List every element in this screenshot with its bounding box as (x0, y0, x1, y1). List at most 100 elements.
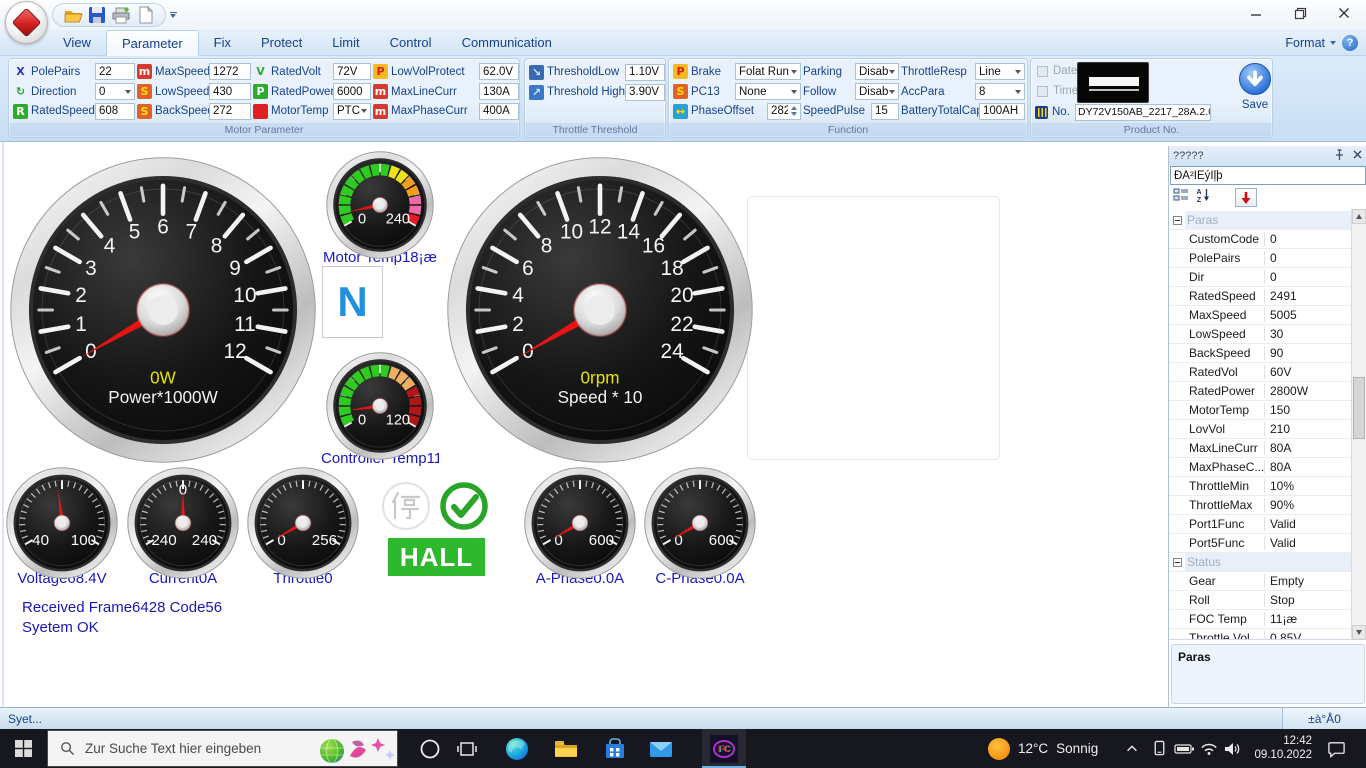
spinner-buttons[interactable] (788, 106, 797, 116)
time-checkbox-icon[interactable] (1037, 86, 1048, 97)
maxlinecurr-input[interactable]: 130A (479, 83, 519, 100)
param-row-maxphasec[interactable]: MaxPhaseC...80A (1169, 458, 1352, 477)
param-row-port5func[interactable]: Port5FuncValid (1169, 534, 1352, 553)
batterytotalcap-input[interactable]: 100AH (979, 103, 1025, 120)
sidebar-close-icon[interactable] (1353, 150, 1362, 162)
tray-wifi-icon[interactable] (1196, 729, 1222, 768)
param-row-lowspeed[interactable]: LowSpeed30 (1169, 325, 1352, 344)
start-button[interactable] (0, 729, 47, 768)
tray-volume-icon[interactable] (1220, 729, 1246, 768)
new-document-button[interactable] (135, 5, 155, 25)
restore-button[interactable] (1278, 0, 1322, 26)
parameter-file-input[interactable] (1170, 166, 1366, 185)
param-row-throttlemin[interactable]: ThrottleMin10% (1169, 477, 1352, 496)
phaseoffset-spinner[interactable]: 282 (767, 103, 801, 120)
scroll-down-icon[interactable] (1352, 625, 1366, 640)
maxphasecurr-input[interactable]: 400A (479, 103, 519, 120)
param-row-motortemp[interactable]: MotorTemp150 (1169, 401, 1352, 420)
tray-battery-icon[interactable] (1170, 729, 1198, 768)
backspeed-label: BackSpeed (155, 105, 209, 117)
lowspeed-input[interactable]: 430 (209, 83, 251, 100)
collapse-box-icon[interactable] (1173, 216, 1182, 225)
throttleresp-select[interactable]: Line (975, 63, 1025, 80)
tab-protect[interactable]: Protect (246, 30, 317, 56)
section-header-paras[interactable]: Paras (1169, 211, 1352, 230)
tray-chevron-up-icon[interactable] (1118, 729, 1146, 768)
parking-select[interactable]: Disab (855, 63, 899, 80)
param-row-roll[interactable]: RollStop (1169, 591, 1352, 610)
tray-device-icon[interactable] (1146, 729, 1172, 768)
categorized-view-icon[interactable] (1173, 187, 1189, 208)
param-row-backspeed[interactable]: BackSpeed90 (1169, 344, 1352, 363)
date-checkbox-icon[interactable] (1037, 66, 1048, 77)
param-row-ratedspeed[interactable]: RatedSpeed2491 (1169, 287, 1352, 306)
tab-view[interactable]: View (48, 30, 106, 56)
param-row-lovvol[interactable]: LovVol210 (1169, 420, 1352, 439)
maxspeed-input[interactable]: 1272 (209, 63, 251, 80)
az-sort-icon[interactable]: AZ (1195, 187, 1211, 208)
tab-control[interactable]: Control (375, 30, 447, 56)
pin-icon[interactable] (1334, 149, 1345, 164)
field-backspeed: SBackSpeed272 (137, 101, 251, 121)
scrollbar-thumb[interactable] (1353, 377, 1365, 439)
ratedpower-input[interactable]: 6000 (333, 83, 371, 100)
ratedspeed-input[interactable]: 608 (95, 103, 135, 120)
taskbar-search-box[interactable]: Zur Suche Text hier eingeben (47, 730, 398, 767)
qat-overflow-button[interactable] (166, 7, 180, 23)
file-explorer-icon[interactable] (547, 729, 585, 768)
brake-select[interactable]: Folat Run (735, 63, 801, 80)
param-row-foc-temp[interactable]: FOC Temp11¡æ (1169, 610, 1352, 629)
tab-fix[interactable]: Fix (199, 30, 246, 56)
pc13-select[interactable]: None (735, 83, 801, 100)
thresholdlow-input[interactable]: 1.10V (625, 64, 665, 81)
param-row-throttle-vol[interactable]: Throttle Vol0.85V (1169, 629, 1352, 640)
param-row-maxlinecurr[interactable]: MaxLineCurr80A (1169, 439, 1352, 458)
polepairs-input[interactable]: 22 (95, 63, 135, 80)
backspeed-input[interactable]: 272 (209, 103, 251, 120)
weather-widget[interactable]: 12°C Sonnig (988, 729, 1098, 768)
format-menu[interactable]: Format (1285, 36, 1336, 50)
mail-icon[interactable] (642, 729, 680, 768)
save-quick-button[interactable] (87, 5, 107, 25)
param-row-ratedpower[interactable]: RatedPower2800W (1169, 382, 1352, 401)
taskbar-clock[interactable]: 12:42 09.10.2022 (1246, 734, 1312, 762)
close-button[interactable] (1322, 0, 1366, 26)
minimize-button[interactable] (1234, 0, 1278, 26)
motortemp-select[interactable]: PTC (333, 103, 371, 120)
direction-select[interactable]: 0 (95, 83, 135, 100)
param-row-ratedvol[interactable]: RatedVol60V (1169, 363, 1352, 382)
lowvolprotect-input[interactable]: 62.0V (479, 63, 519, 80)
param-row-polepairs[interactable]: PolePairs0 (1169, 249, 1352, 268)
save-button[interactable] (1239, 63, 1271, 95)
tab-limit[interactable]: Limit (317, 30, 374, 56)
help-icon[interactable]: ? (1342, 35, 1358, 51)
tab-parameter[interactable]: Parameter (106, 30, 199, 56)
param-row-port1func[interactable]: Port1FuncValid (1169, 515, 1352, 534)
task-view-icon[interactable] (448, 729, 486, 768)
param-row-gear[interactable]: GearEmpty (1169, 572, 1352, 591)
threshold-high-input[interactable]: 3.90V (625, 84, 665, 101)
accpara-select[interactable]: 8 (975, 83, 1025, 100)
param-row-dir[interactable]: Dir0 (1169, 268, 1352, 287)
action-center-icon[interactable] (1320, 729, 1352, 768)
open-button[interactable] (63, 5, 83, 25)
product-no-input[interactable]: DY72V150AB_2217_28A.2.0 (1075, 104, 1211, 121)
section-header-status[interactable]: Status (1169, 553, 1352, 572)
param-row-throttlemax[interactable]: ThrottleMax90% (1169, 496, 1352, 515)
param-row-maxspeed[interactable]: MaxSpeed5005 (1169, 306, 1352, 325)
cortana-icon[interactable] (411, 729, 449, 768)
collapse-box-icon[interactable] (1173, 558, 1182, 567)
print-button[interactable] (111, 5, 131, 25)
microsoft-store-icon[interactable] (596, 729, 634, 768)
ratedvolt-input[interactable]: 72V (333, 63, 371, 80)
tab-communication[interactable]: Communication (447, 30, 567, 56)
follow-select[interactable]: Disab (855, 83, 899, 100)
edge-icon[interactable] (498, 729, 536, 768)
app-menu-button[interactable] (5, 1, 48, 44)
foc-app-icon[interactable]: FC (702, 729, 746, 768)
download-params-button[interactable] (1235, 188, 1257, 207)
speedpulse-input[interactable]: 15 (871, 103, 899, 120)
sidebar-scrollbar[interactable] (1351, 209, 1366, 640)
param-row-customcode[interactable]: CustomCode0 (1169, 230, 1352, 249)
scroll-up-icon[interactable] (1352, 209, 1366, 224)
